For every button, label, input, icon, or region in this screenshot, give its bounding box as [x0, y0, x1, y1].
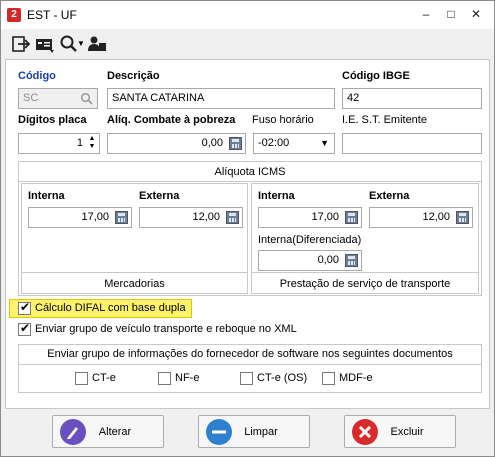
search-icon[interactable]	[59, 34, 79, 54]
search-icon[interactable]	[80, 92, 93, 105]
app-logo-icon: 2	[7, 8, 21, 22]
cte-os-label[interactable]: CT-e (OS)	[257, 372, 307, 384]
codigo-ibge-field[interactable]: 42	[342, 88, 482, 109]
form-panel: Código Descrição Código IBGE SC SANTA CA…	[5, 59, 490, 409]
mercadorias-group: Interna Externa 17,00 12,00 Mercadorias	[21, 183, 248, 294]
toolbar: ▼	[1, 29, 494, 59]
descricao-label: Descrição	[107, 70, 160, 82]
mercadorias-interna-value: 17,00	[81, 211, 109, 223]
transporte-externa-field[interactable]: 12,00	[369, 207, 473, 228]
nfe-checkbox[interactable]	[158, 372, 171, 385]
digitos-placa-stepper[interactable]: 1 ▲ ▼	[18, 133, 100, 154]
aliquota-icms-group: Alíquota ICMS Interna Externa 17,00 12,0…	[18, 161, 482, 296]
transporte-interna-label: Interna	[258, 190, 295, 202]
transporte-diferenciada-label: Interna(Diferenciada)	[258, 234, 362, 246]
alterar-button[interactable]: Alterar	[52, 415, 164, 448]
excluir-button[interactable]: Excluir	[344, 415, 456, 448]
title-bar: 2 EST - UF – □ ✕	[1, 1, 494, 29]
fuso-horario-label: Fuso horário	[252, 114, 314, 126]
divider	[22, 272, 247, 273]
transporte-diferenciada-value: 0,00	[317, 254, 339, 266]
calculator-icon[interactable]	[456, 211, 469, 224]
codigo-field[interactable]: SC	[18, 88, 98, 109]
exit-icon[interactable]	[11, 34, 31, 54]
mercadorias-interna-field[interactable]: 17,00	[28, 207, 132, 228]
codigo-label: Código	[18, 70, 56, 82]
transporte-title: Prestação de serviço de transporte	[279, 278, 451, 290]
fornecedor-group: Enviar grupo de informações do fornecedo…	[18, 344, 482, 393]
transporte-interna-field[interactable]: 17,00	[258, 207, 362, 228]
difal-checkbox[interactable]	[18, 300, 31, 315]
alterar-label: Alterar	[98, 426, 132, 438]
mdfe-label[interactable]: MDF-e	[339, 372, 373, 384]
calculator-icon[interactable]	[345, 211, 358, 224]
chevron-down-icon: ▼	[320, 138, 329, 148]
aliq-pobreza-label: Alíq. Combate à pobreza	[107, 114, 236, 126]
calculator-icon[interactable]	[115, 211, 128, 224]
fornecedor-title: Enviar grupo de informações do fornecedo…	[47, 348, 453, 360]
veiculo-checkbox[interactable]	[18, 321, 31, 336]
mercadorias-externa-field[interactable]: 12,00	[139, 207, 243, 228]
digitos-placa-label: Dígitos placa	[18, 114, 87, 126]
mercadorias-interna-label: Interna	[28, 190, 65, 202]
mdfe-checkbox[interactable]	[322, 372, 335, 385]
window: 2 EST - UF – □ ✕ ▼ Código Descrição Códi…	[0, 0, 495, 457]
transporte-externa-value: 12,00	[422, 211, 450, 223]
difal-label[interactable]: Cálculo DIFAL com base dupla	[35, 302, 186, 314]
footer-bar: Alterar Limpar Excluir	[1, 409, 494, 456]
close-window-button[interactable]: ✕	[467, 5, 485, 23]
cte-label[interactable]: CT-e	[92, 372, 116, 384]
divider	[19, 181, 481, 182]
window-title: EST - UF	[27, 8, 77, 22]
calculator-icon[interactable]	[345, 254, 358, 267]
calculator-icon[interactable]	[229, 137, 242, 150]
mercadorias-title: Mercadorias	[104, 278, 165, 290]
excluir-label: Excluir	[390, 426, 424, 438]
transporte-diferenciada-field[interactable]: 0,00	[258, 250, 362, 271]
fuso-horario-value: -02:00	[258, 137, 290, 149]
mercadorias-externa-label: Externa	[139, 190, 180, 202]
digitos-placa-value: 1	[76, 137, 83, 149]
ie-st-label: I.E. S.T. Emitente	[342, 114, 427, 126]
limpar-button[interactable]: Limpar	[198, 415, 310, 448]
divider	[19, 364, 481, 365]
limpar-label: Limpar	[244, 426, 278, 438]
calculator-icon[interactable]	[226, 211, 239, 224]
ie-st-field[interactable]	[342, 133, 482, 154]
search-dropdown-arrow-icon[interactable]: ▼	[77, 39, 85, 48]
users-icon[interactable]	[87, 34, 107, 54]
transporte-group: Interna Externa 17,00 12,00 Interna(Dife…	[251, 183, 479, 294]
descricao-field[interactable]: SANTA CATARINA	[107, 88, 335, 109]
stepper-arrows-icon[interactable]: ▲ ▼	[87, 135, 97, 152]
aliquota-icms-title: Alíquota ICMS	[214, 166, 286, 178]
minimize-button[interactable]: –	[417, 5, 435, 23]
transporte-externa-label: Externa	[369, 190, 410, 202]
cte-os-checkbox[interactable]	[240, 372, 253, 385]
mercadorias-externa-value: 12,00	[192, 211, 220, 223]
record-card-icon[interactable]	[35, 34, 55, 54]
fuso-horario-select[interactable]: -02:00 ▼	[253, 133, 335, 154]
codigo-value: SC	[23, 92, 39, 104]
aliq-pobreza-field[interactable]: 0,00	[107, 133, 246, 154]
divider	[252, 272, 478, 273]
codigo-ibge-label: Código IBGE	[342, 70, 410, 82]
cte-checkbox[interactable]	[75, 372, 88, 385]
maximize-button[interactable]: □	[442, 5, 460, 23]
veiculo-label[interactable]: Enviar grupo de veículo transporte e reb…	[35, 323, 297, 335]
nfe-label[interactable]: NF-e	[175, 372, 199, 384]
transporte-interna-value: 17,00	[311, 211, 339, 223]
aliq-pobreza-value: 0,00	[201, 137, 223, 149]
